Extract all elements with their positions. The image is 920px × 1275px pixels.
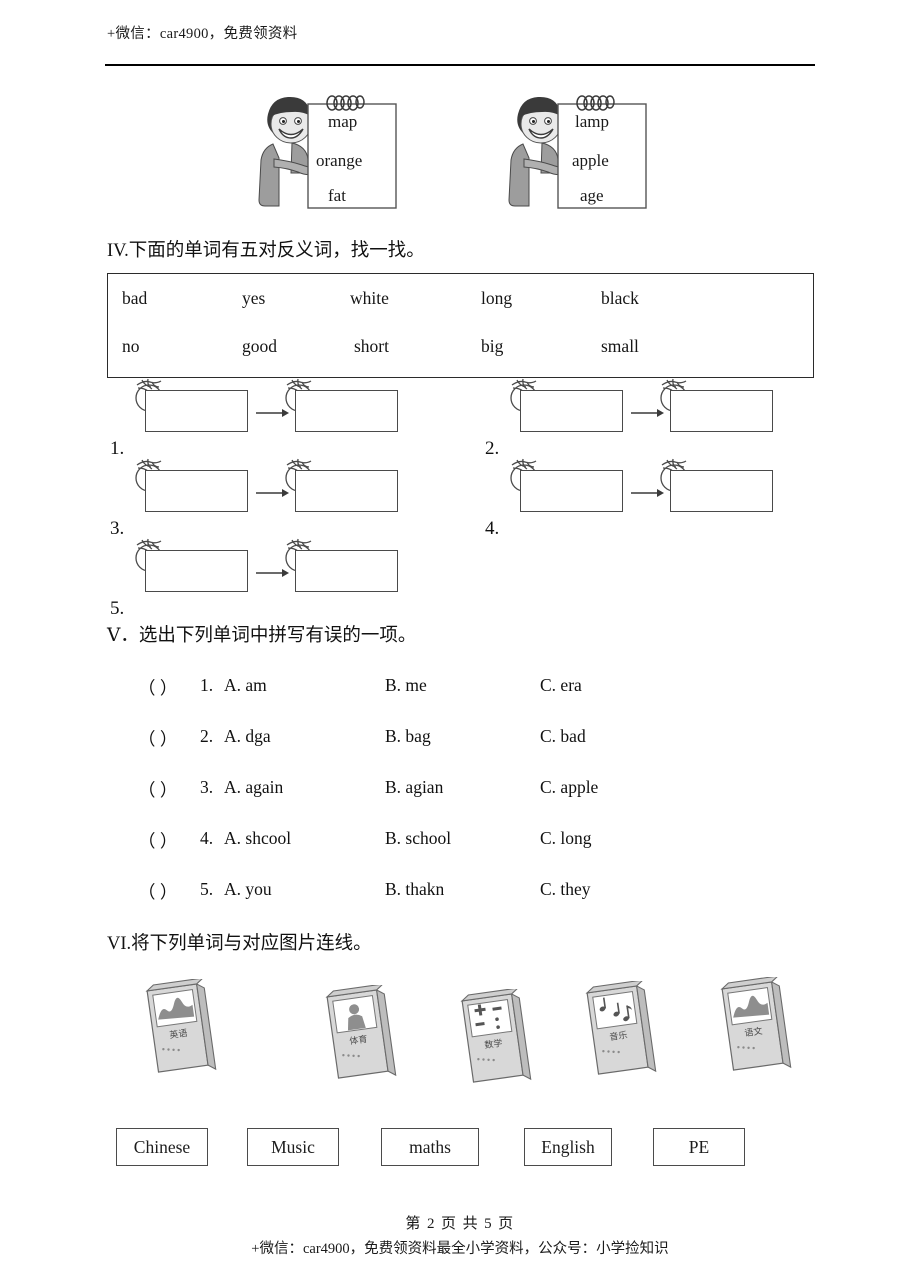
answer-paren[interactable]: （ ） — [138, 828, 177, 853]
notepad-illustration-left: map orange fat — [250, 86, 440, 226]
word-bank-item: long — [481, 288, 513, 308]
antonym-pair-2: 2. — [485, 378, 785, 459]
mc-question-3: （ ） 3. A. again B. agian C. apple — [0, 777, 920, 807]
worksheet-page: +微信：car4900，免费领资料 map orange fat lamp ap… — [0, 0, 920, 1275]
pair-index: 2. — [485, 438, 500, 459]
word-card-chinese[interactable]: Chinese — [116, 1128, 208, 1166]
antonym-word-bank: bad yes white long black no good short b… — [107, 273, 814, 378]
option-b[interactable]: B. bag — [385, 726, 431, 747]
word-card-music[interactable]: Music — [247, 1128, 339, 1166]
header-watermark: +微信：car4900，免费领资料 — [107, 26, 298, 42]
antonym-pair-5: 5. — [110, 538, 410, 619]
book-image-maths[interactable]: 数学 — [450, 987, 536, 1093]
option-c[interactable]: C. apple — [540, 777, 598, 798]
word-card-english[interactable]: English — [524, 1128, 612, 1166]
option-b[interactable]: B. agian — [385, 777, 443, 798]
answer-paren[interactable]: （ ） — [138, 879, 177, 904]
header-rule — [105, 64, 815, 66]
pair-index: 5. — [110, 598, 125, 619]
antonym-pair-1: 1. — [110, 378, 410, 459]
antonym-blank-right[interactable] — [295, 390, 398, 432]
notepad-word: map — [328, 112, 358, 131]
question-number: 4. — [200, 828, 214, 848]
word-bank-item: short — [354, 336, 389, 356]
word-bank-row: no good short big small — [108, 336, 813, 374]
option-b[interactable]: B. thakn — [385, 879, 444, 900]
answer-paren[interactable]: （ ） — [138, 726, 177, 751]
subject-book-images: 英语 体育 数学 音乐 语文 — [0, 975, 920, 1090]
antonym-blank-right[interactable] — [295, 550, 398, 592]
pair-index: 1. — [110, 438, 125, 459]
word-card-maths[interactable]: maths — [381, 1128, 479, 1166]
notepad-word: orange — [316, 151, 363, 170]
word-bank-item: no — [122, 336, 140, 356]
option-c[interactable]: C. era — [540, 675, 582, 696]
word-bank-item: yes — [242, 288, 266, 308]
word-bank-row: bad yes white long black — [108, 288, 813, 326]
word-bank-item: small — [601, 336, 639, 356]
antonym-blank-right[interactable] — [295, 470, 398, 512]
word-bank-item: big — [481, 336, 504, 356]
subject-word-cards: Chinese Music maths English PE — [0, 1128, 920, 1174]
option-b[interactable]: B. school — [385, 828, 451, 849]
answer-paren[interactable]: （ ） — [138, 675, 177, 700]
antonym-pair-4: 4. — [485, 458, 785, 539]
option-b[interactable]: B. me — [385, 675, 427, 696]
page-number: 第 2 页 共 5 页 — [405, 1216, 515, 1232]
question-number: 2. — [200, 726, 214, 746]
notepad-word: age — [580, 186, 604, 205]
antonym-blank-right[interactable] — [670, 470, 773, 512]
antonym-blank-left[interactable] — [145, 550, 248, 592]
book-image-chinese[interactable]: 语文 — [710, 975, 796, 1081]
mc-question-4: （ ） 4. A. shcool B. school C. long — [0, 828, 920, 858]
antonym-blank-right[interactable] — [670, 390, 773, 432]
option-a[interactable]: A. you — [224, 879, 272, 900]
mc-question-2: （ ） 2. A. dga B. bag C. bad — [0, 726, 920, 756]
notepad-illustrations: map orange fat lamp apple age — [0, 86, 920, 231]
notepad-word: lamp — [575, 112, 609, 131]
notepad-word: apple — [572, 151, 609, 170]
antonym-pairs: 1. 2. 3. 4. 5. — [0, 378, 920, 619]
notepad-word: fat — [328, 186, 346, 205]
word-bank-item: good — [242, 336, 277, 356]
option-c[interactable]: C. they — [540, 879, 591, 900]
question-number: 3. — [200, 777, 214, 797]
pair-index: 3. — [110, 518, 125, 539]
pair-index: 4. — [485, 518, 500, 539]
book-image-music[interactable]: 音乐 — [575, 979, 661, 1085]
mc-question-5: （ ） 5. A. you B. thakn C. they — [0, 879, 920, 909]
option-a[interactable]: A. dga — [224, 726, 271, 747]
antonym-blank-left[interactable] — [520, 390, 623, 432]
option-c[interactable]: C. bad — [540, 726, 586, 747]
book-image-english[interactable]: 英语 — [135, 977, 221, 1083]
question-number: 5. — [200, 879, 214, 899]
answer-paren[interactable]: （ ） — [138, 777, 177, 802]
section-5-heading: Ⅴ．选出下列单词中拼写有误的一项。 — [107, 626, 417, 646]
notepad-illustration-right: lamp apple age — [500, 86, 690, 226]
antonym-pair-3: 3. — [110, 458, 410, 539]
word-bank-item: white — [350, 288, 389, 308]
section-6-heading: VI.将下列单词与对应图片连线。 — [107, 934, 372, 954]
antonym-blank-left[interactable] — [145, 390, 248, 432]
word-card-pe[interactable]: PE — [653, 1128, 745, 1166]
option-a[interactable]: A. shcool — [224, 828, 291, 849]
word-bank-item: bad — [122, 288, 148, 308]
antonym-blank-left[interactable] — [520, 470, 623, 512]
book-image-pe[interactable]: 体育 — [315, 983, 401, 1089]
section-4-heading: IV.下面的单词有五对反义词，找一找。 — [107, 241, 425, 261]
footer-watermark: +微信：car4900，免费领资料最全小学资料，公众号：小学捡知识 — [251, 1241, 669, 1257]
option-c[interactable]: C. long — [540, 828, 592, 849]
mc-question-1: （ ） 1. A. am B. me C. era — [0, 675, 920, 705]
option-a[interactable]: A. again — [224, 777, 283, 798]
question-number: 1. — [200, 675, 214, 695]
word-bank-item: black — [601, 288, 639, 308]
antonym-blank-left[interactable] — [145, 470, 248, 512]
option-a[interactable]: A. am — [224, 675, 267, 696]
